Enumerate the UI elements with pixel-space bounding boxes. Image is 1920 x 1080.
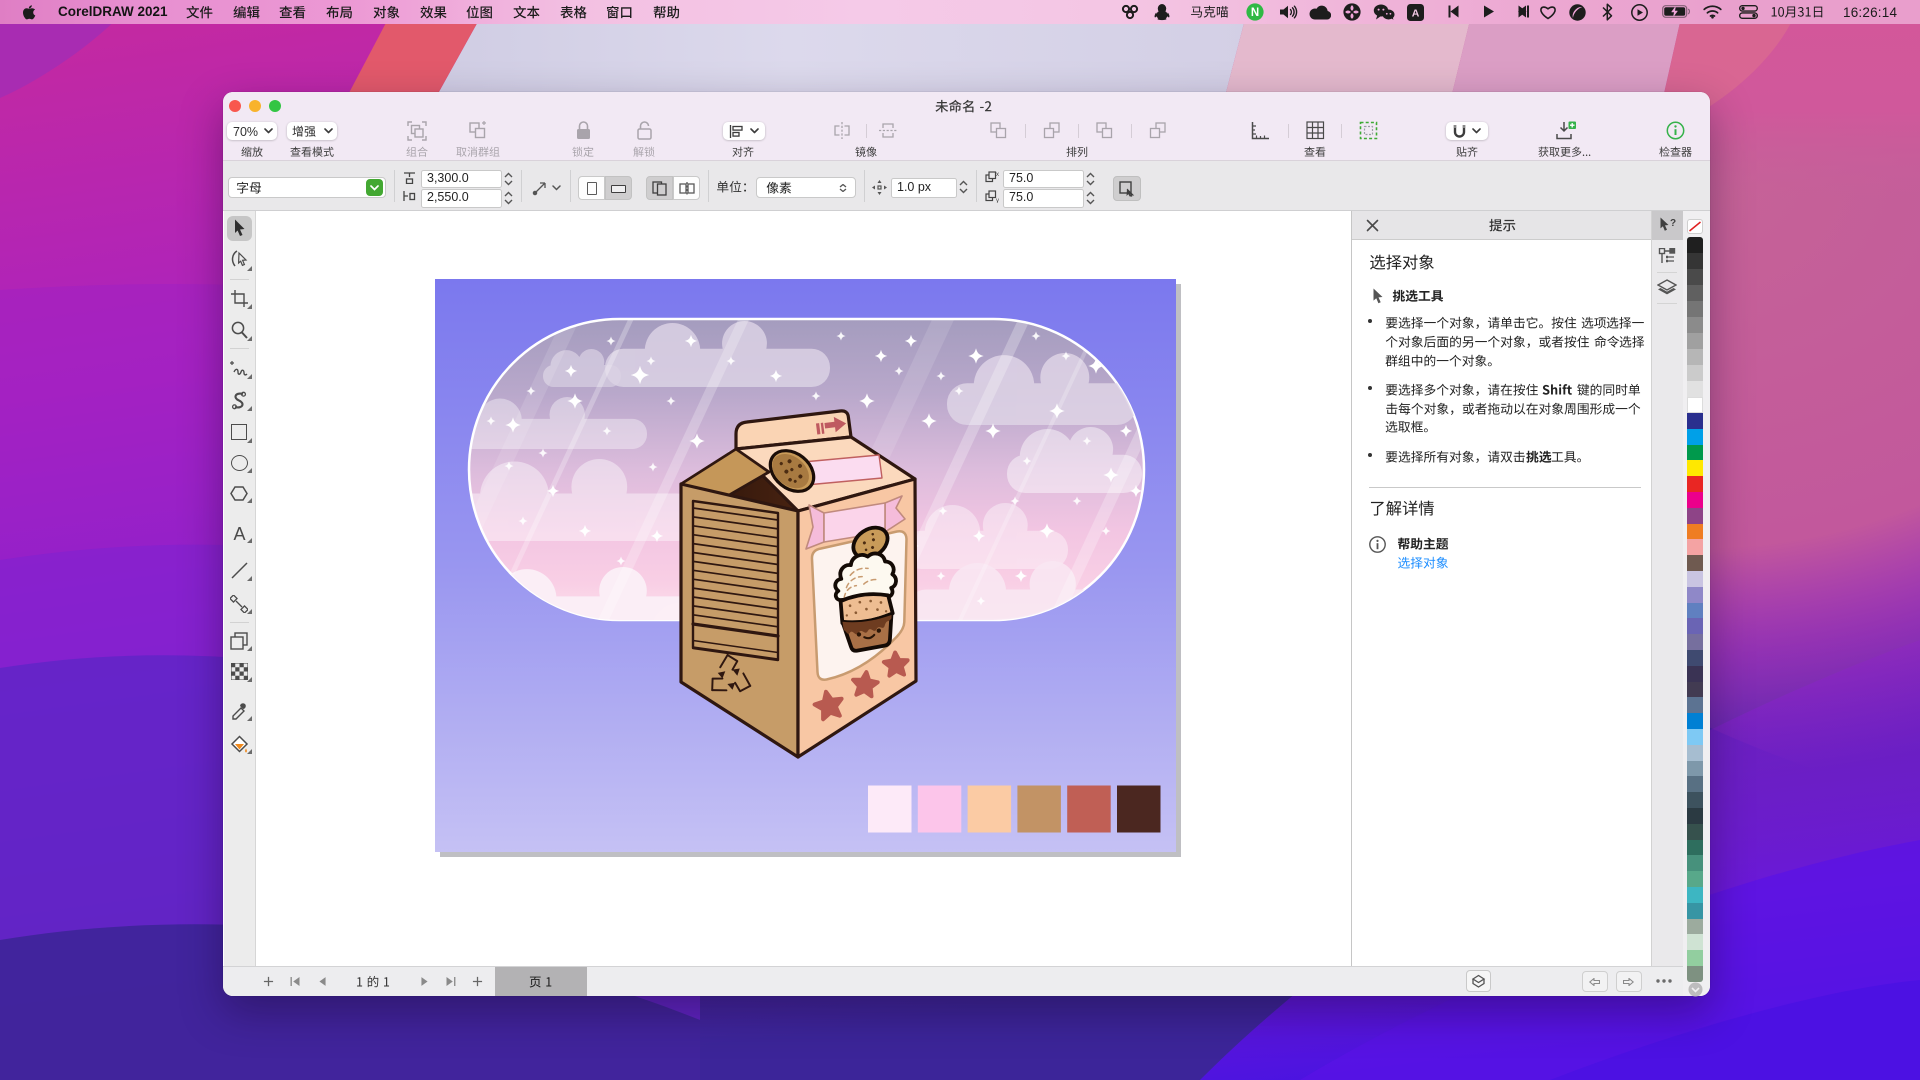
svg-text:?: ? xyxy=(1670,218,1676,229)
svg-text:y: y xyxy=(996,198,999,203)
svg-text:A: A xyxy=(1412,7,1420,19)
svg-text:x: x xyxy=(996,172,999,178)
svg-text:N: N xyxy=(1251,7,1259,19)
